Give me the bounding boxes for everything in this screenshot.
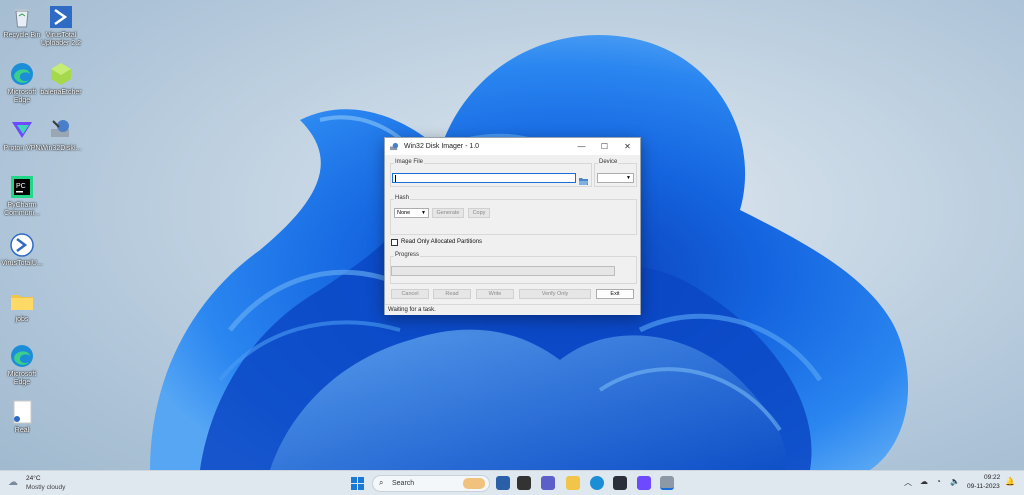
onedrive-icon[interactable]: ☁	[920, 477, 928, 486]
recycle-bin-icon	[15, 9, 29, 28]
progress-label: Progress	[394, 252, 421, 258]
hash-type-value: None	[397, 210, 411, 216]
store-icon[interactable]	[613, 476, 627, 490]
windows-logo-icon	[351, 477, 364, 490]
svg-text:PC: PC	[16, 183, 26, 190]
speaker-icon[interactable]: 🔈	[950, 477, 960, 486]
search-box[interactable]: ⌕ Search	[372, 475, 490, 492]
desktop-icon-label: Real	[14, 427, 30, 434]
desktop-icon-win32-disk-imager[interactable]: Win32DiskI...	[39, 117, 83, 153]
folder-icon	[11, 295, 33, 310]
file-icon	[13, 400, 32, 424]
desktop-icon-label: Microsoft Edge	[7, 371, 37, 386]
chevron-down-icon: ▼	[626, 175, 631, 181]
desktop-icon-edge[interactable]: Microsoft Edge	[0, 61, 44, 105]
minimize-button[interactable]: —	[569, 138, 594, 155]
device-label: Device	[598, 159, 619, 165]
search-icon: ⌕	[379, 478, 384, 487]
desktop-icon-balena-etcher[interactable]: balenaEtcher	[39, 61, 83, 97]
desktop-icon-jobs[interactable]: jobs	[0, 288, 44, 324]
desktop-icon-label: VirusTotalU...	[1, 260, 43, 267]
desktop-icon-label: Microsoft Edge	[7, 89, 37, 104]
desktop-icon-virustotal-uploader[interactable]: VirusTotal Uploader 2.2	[39, 4, 83, 48]
cancel-button[interactable]: Cancel	[391, 289, 429, 299]
edge-taskbar-icon[interactable]	[590, 476, 604, 490]
desktop-icon-pycharm[interactable]: PC PyCharm Communi...	[0, 174, 44, 218]
weather-widget[interactable]: ☁ 24°C Mostly cloudy	[8, 475, 88, 493]
balena-etcher-icon	[51, 63, 71, 85]
chevron-down-icon: ▼	[421, 210, 426, 216]
exit-button[interactable]: Exit	[596, 289, 634, 299]
clock-date[interactable]: 09-11-2023	[967, 483, 1000, 490]
title-bar[interactable]: Win32 Disk Imager - 1.0 — ☐ ✕	[385, 138, 640, 155]
edge-icon	[11, 345, 33, 367]
file-explorer-icon[interactable]	[566, 476, 580, 490]
maximize-button[interactable]: ☐	[592, 138, 617, 155]
desktop-icon-label: VirusTotal Uploader 2.2	[40, 32, 82, 47]
read-only-partitions-checkbox[interactable]	[391, 239, 398, 246]
verify-only-button[interactable]: Verify Only	[519, 289, 591, 299]
close-button[interactable]: ✕	[615, 138, 640, 155]
desktop-icon-label: Proton VPN	[3, 145, 41, 152]
chevron-up-icon[interactable]: ︿	[904, 477, 912, 488]
desktop-icon-edge-2[interactable]: Microsoft Edge	[0, 343, 44, 387]
desktop-icon-recycle-bin[interactable]: Recycle Bin	[0, 4, 44, 40]
hash-type-select[interactable]: None ▼	[394, 208, 429, 218]
widgets-icon[interactable]	[517, 476, 531, 490]
copy-button[interactable]: Copy	[468, 208, 490, 218]
image-file-input[interactable]	[392, 173, 576, 183]
image-file-label: Image File	[394, 159, 425, 165]
desktop-icon-label: Recycle Bin	[3, 32, 41, 39]
taskbar: ☁ 24°C Mostly cloudy ⌕ Search ︿ ☁ ◔ 🔈 09…	[0, 470, 1024, 495]
win32-disk-imager-icon	[51, 120, 69, 137]
desktop-icon-label: PyCharm Communi...	[4, 202, 40, 217]
task-view-icon[interactable]	[496, 476, 510, 490]
proton-vpn-taskbar-icon[interactable]	[637, 476, 651, 490]
weather-temp: 24°C	[26, 475, 41, 482]
status-bar: Waiting for a task.	[385, 304, 640, 315]
folder-open-icon	[579, 178, 588, 185]
hash-label: Hash	[394, 195, 411, 201]
chat-icon[interactable]	[541, 476, 555, 490]
win32-disk-imager-taskbar-icon[interactable]	[660, 476, 674, 490]
edge-icon	[11, 63, 33, 85]
search-highlight-icon	[463, 478, 485, 489]
window-title: Win32 Disk Imager - 1.0	[404, 143, 480, 150]
generate-button[interactable]: Generate	[432, 208, 464, 218]
wifi-icon[interactable]: ◔	[936, 477, 941, 486]
virustotal-icon	[50, 6, 72, 28]
start-button[interactable]	[351, 477, 364, 490]
desktop-icon-label: jobs	[15, 316, 29, 323]
pycharm-icon: PC	[11, 176, 33, 198]
device-select[interactable]: ▼	[597, 173, 634, 183]
read-button[interactable]: Read	[433, 289, 471, 299]
win32-disk-imager-window: Win32 Disk Imager - 1.0 — ☐ ✕ Image File…	[384, 137, 641, 315]
text-cursor	[395, 175, 396, 182]
cloud-sun-icon: ☁	[8, 477, 18, 488]
desktop-icon-proton-vpn[interactable]: Proton VPN	[0, 117, 44, 153]
desktop-icon-real[interactable]: Real	[0, 399, 44, 435]
desktop-icon-virustotal-uploader-2[interactable]: VirusTotalU...	[0, 232, 44, 268]
read-only-partitions-label: Read Only Allocated Partitions	[401, 239, 483, 245]
desktop-icon-label: balenaEtcher	[40, 89, 82, 96]
progress-bar	[391, 266, 615, 276]
weather-condition: Mostly cloudy	[26, 484, 66, 491]
write-button[interactable]: Write	[476, 289, 514, 299]
clock-time[interactable]: 09:22	[984, 474, 1000, 481]
proton-vpn-icon	[12, 122, 32, 138]
browse-button[interactable]	[578, 173, 589, 185]
app-icon	[390, 142, 399, 151]
search-placeholder: Search	[392, 480, 415, 487]
desktop-icon-label: Win32DiskI...	[40, 145, 82, 152]
notification-bell-icon[interactable]: 🔔	[1005, 477, 1015, 486]
virustotal-uploader-icon	[10, 233, 34, 257]
